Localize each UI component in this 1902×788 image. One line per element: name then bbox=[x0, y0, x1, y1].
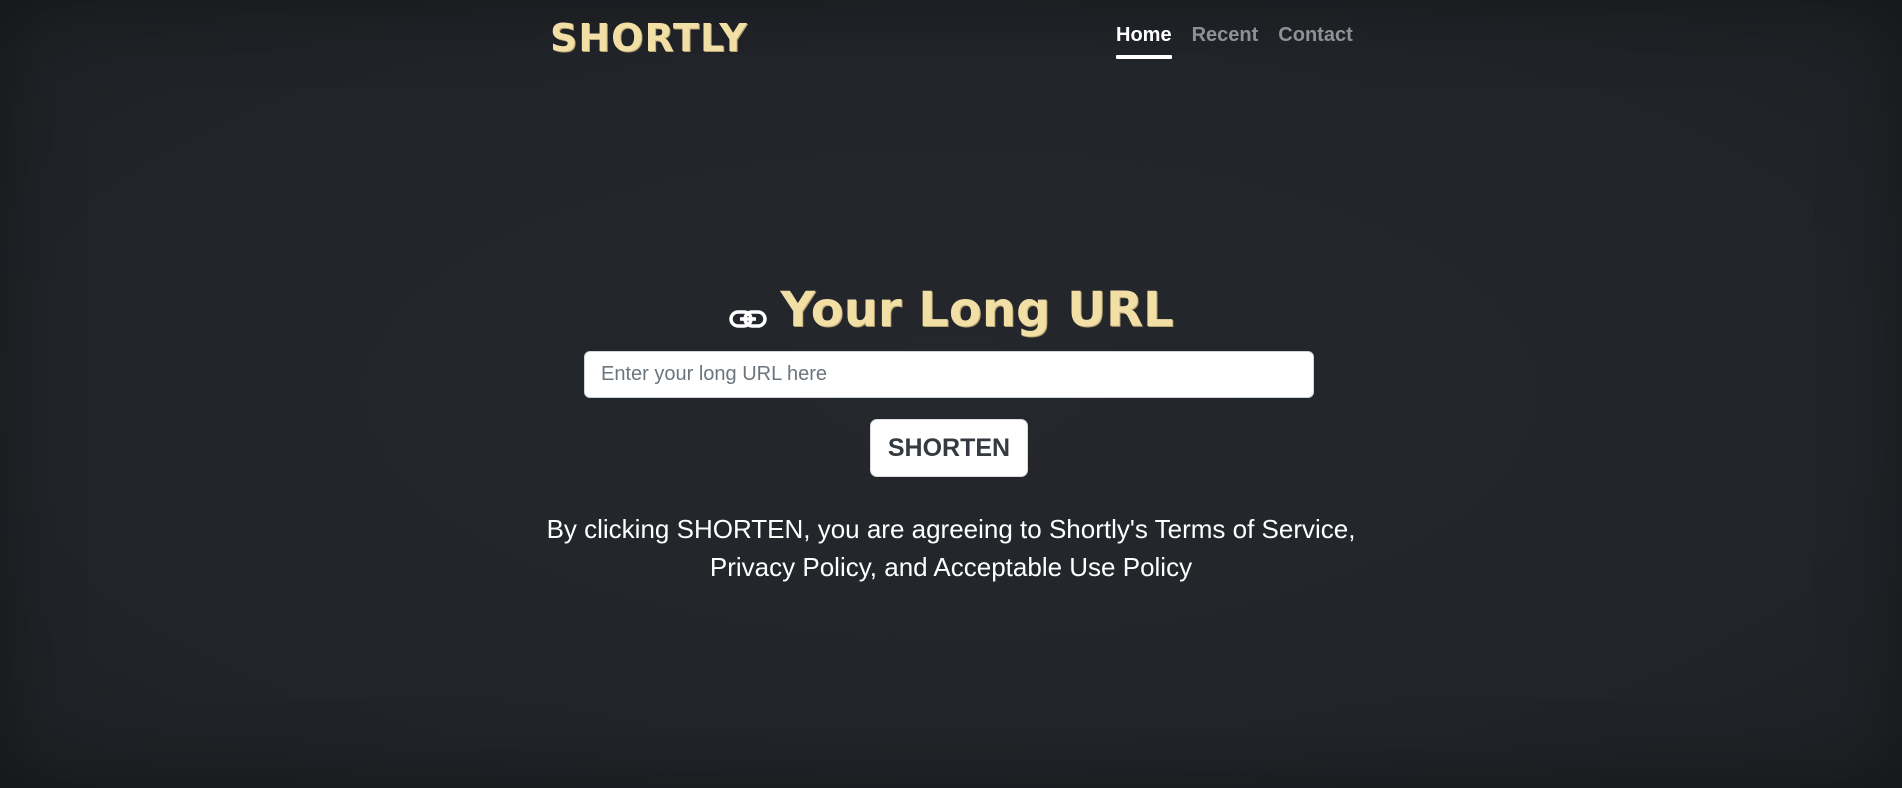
main-nav: Home Recent Contact bbox=[1116, 24, 1353, 59]
long-url-input[interactable] bbox=[584, 351, 1314, 398]
hero-title: Your Long URL bbox=[0, 282, 1902, 338]
nav-item-contact[interactable]: Contact bbox=[1278, 24, 1352, 53]
shorten-button[interactable]: SHORTEN bbox=[870, 419, 1028, 477]
terms-line-2: Privacy Policy, and Acceptable Use Polic… bbox=[709, 552, 1193, 582]
site-header: SHORTLY Home Recent Contact bbox=[0, 0, 1902, 70]
terms-line-1: By clicking SHORTEN, you are agreeing to… bbox=[546, 514, 1356, 544]
terms-notice: By clicking SHORTEN, you are agreeing to… bbox=[0, 510, 1902, 586]
page-title: Your Long URL bbox=[780, 282, 1174, 338]
link-icon bbox=[729, 310, 768, 328]
site-logo[interactable]: SHORTLY bbox=[550, 16, 748, 60]
nav-item-home[interactable]: Home bbox=[1116, 24, 1172, 59]
nav-item-recent[interactable]: Recent bbox=[1192, 24, 1259, 53]
